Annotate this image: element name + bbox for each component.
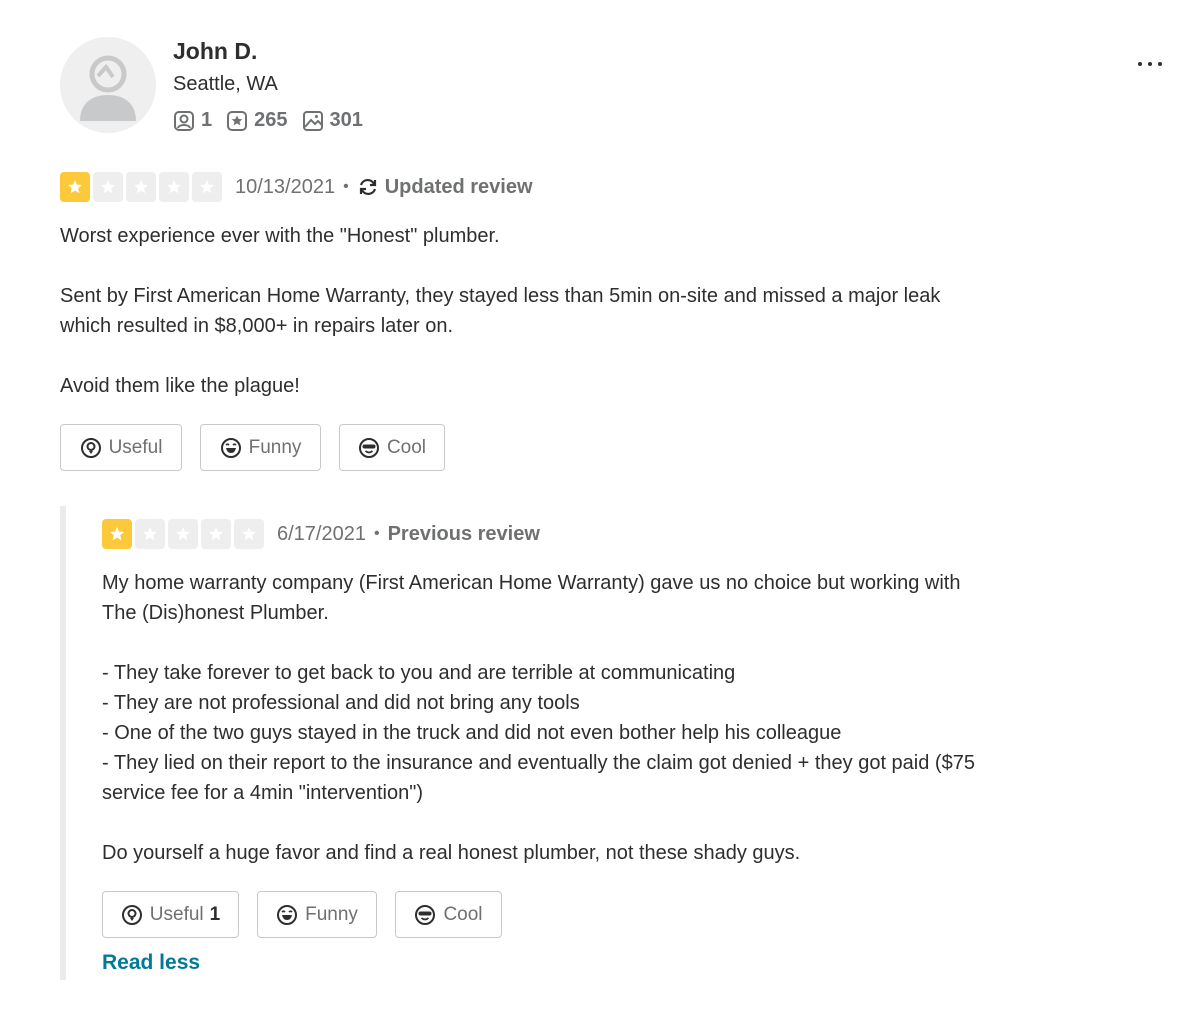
star-icon (60, 172, 90, 202)
star-icon (168, 519, 198, 549)
previous-review-indent-bar (60, 506, 66, 980)
review-star-icon (227, 110, 248, 131)
star-icon (93, 172, 123, 202)
updated-review-label: Updated review (357, 176, 533, 199)
updated-review-text: Worst experience ever with the "Honest" … (60, 225, 941, 397)
user-stats: 1 265 301 (173, 109, 377, 132)
reviews-stat: 265 (226, 109, 288, 132)
friends-icon (174, 110, 194, 131)
read-less-link[interactable]: Read less (102, 951, 200, 975)
star-rating (102, 519, 267, 549)
star-icon (126, 172, 156, 202)
star-icon (192, 172, 222, 202)
sunglasses-face-icon (358, 437, 379, 458)
previous-review-label: Previous review (387, 522, 540, 545)
laughing-face-icon (277, 904, 298, 925)
refresh-icon (359, 178, 376, 196)
previous-review-text: My home warranty company (First American… (102, 572, 975, 864)
star-icon (135, 519, 165, 549)
star-icon (159, 172, 189, 202)
useful-count: 1 (209, 903, 221, 925)
friends-count: 1 (201, 109, 213, 131)
review-date: 10/13/2021 (235, 175, 336, 198)
previous-review-reactions: Useful 1 Funny Cool (102, 891, 520, 938)
updated-review-reactions: Useful Funny Cool (60, 424, 463, 471)
funny-button[interactable]: Funny (257, 891, 377, 938)
star-icon (234, 519, 264, 549)
separator: • (343, 178, 349, 195)
photos-count: 301 (329, 109, 363, 131)
review-date: 6/17/2021 (277, 522, 366, 545)
star-icon (102, 519, 132, 549)
lightbulb-icon (80, 437, 101, 458)
default-user-icon (80, 55, 136, 121)
friends-stat: 1 (173, 109, 212, 132)
previous-review-rating-row: 6/17/2021 • Previous review (102, 519, 540, 549)
user-name[interactable]: John D. (173, 38, 257, 65)
laughing-face-icon (220, 437, 241, 458)
more-options-button[interactable] (1131, 52, 1169, 76)
more-options-icon (1138, 62, 1142, 66)
star-rating (60, 172, 225, 202)
avatar[interactable] (60, 37, 156, 133)
lightbulb-icon (121, 904, 142, 925)
cool-button[interactable]: Cool (339, 424, 445, 471)
reviews-count: 265 (254, 109, 288, 131)
cool-button[interactable]: Cool (395, 891, 502, 938)
photos-stat: 301 (302, 109, 363, 132)
photo-icon (302, 110, 323, 131)
separator: • (373, 525, 380, 542)
user-location: Seattle, WA (173, 73, 278, 95)
funny-button[interactable]: Funny (200, 424, 321, 471)
star-icon (201, 519, 231, 549)
updated-review-rating-row: 10/13/2021 • Updated review (60, 172, 533, 202)
sunglasses-face-icon (415, 904, 436, 925)
useful-button[interactable]: Useful (60, 424, 182, 471)
useful-button[interactable]: Useful 1 (102, 891, 239, 938)
